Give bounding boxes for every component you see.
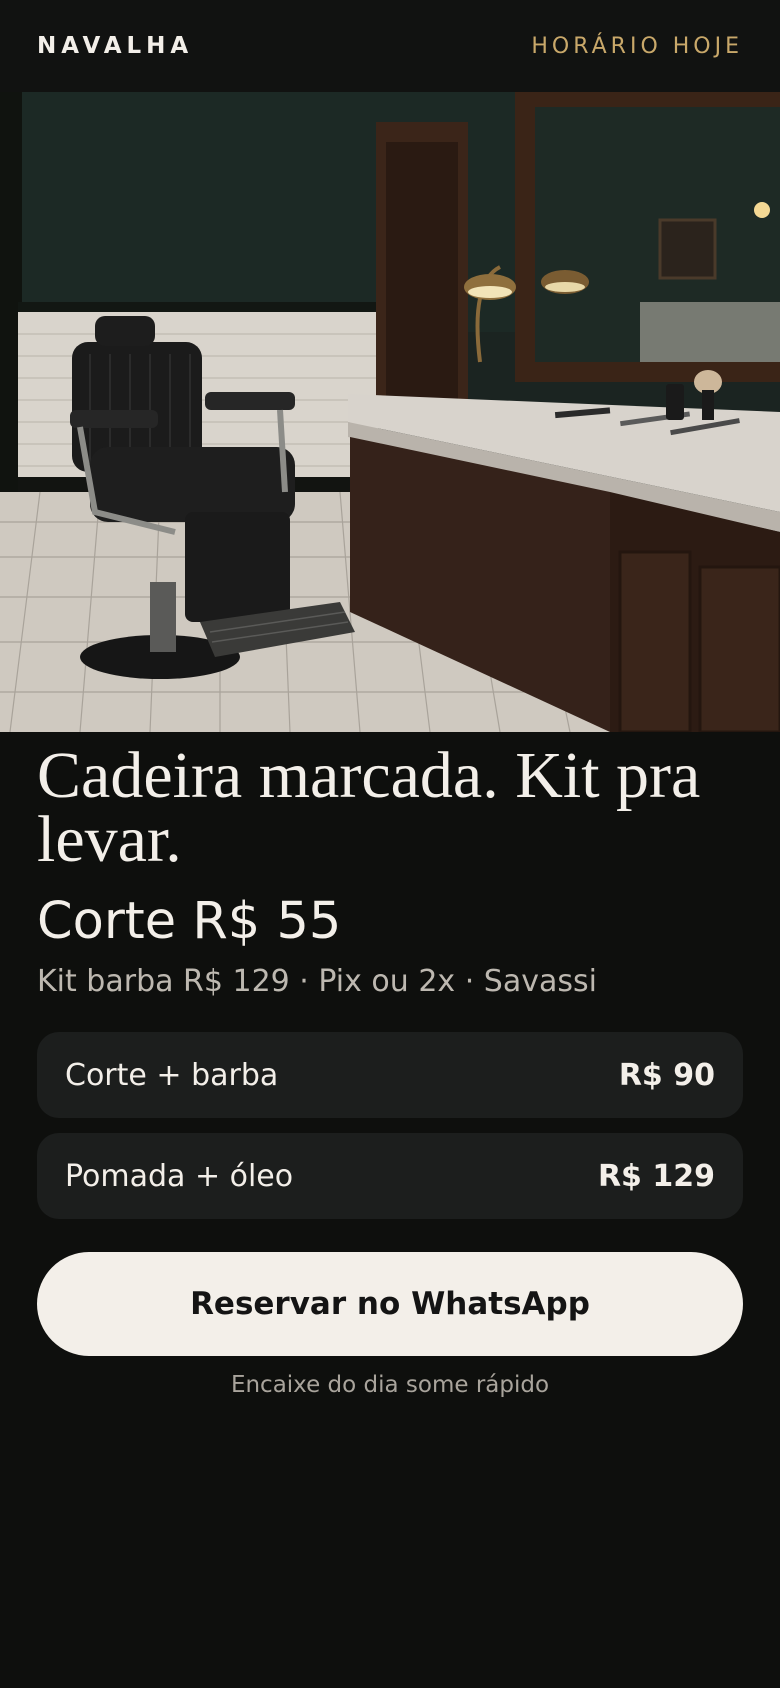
main-content: Cadeira marcada. Kit pra levar. Corte R$… xyxy=(37,739,743,1002)
service-name: Pomada + óleo xyxy=(65,1158,294,1194)
service-row[interactable]: Corte + barba R$ 90 xyxy=(37,1032,743,1118)
top-bar: NAVALHA HORÁRIO HOJE xyxy=(0,0,780,92)
urgency-note: Encaixe do dia some rápido xyxy=(230,1372,550,1398)
service-price: R$ 129 xyxy=(597,1158,715,1194)
haircut-price: Corte R$ 55 xyxy=(37,892,342,951)
barber-chair-photo-icon xyxy=(0,92,780,732)
page-headline: Cadeira marcada. Kit pra levar. xyxy=(37,739,701,876)
hero-image xyxy=(0,92,780,732)
whatsapp-booking-button[interactable]: Reservar no WhatsApp xyxy=(37,1252,743,1356)
service-price: R$ 90 xyxy=(618,1057,715,1093)
service-name: Corte + barba xyxy=(65,1057,279,1093)
service-row[interactable]: Pomada + óleo R$ 129 xyxy=(37,1133,743,1219)
offer-details: Kit barba R$ 129 · Pix ou 2x · Savassi xyxy=(37,964,597,999)
brand-logo[interactable]: NAVALHA xyxy=(37,33,193,59)
hours-today-link[interactable]: HORÁRIO HOJE xyxy=(531,34,743,59)
